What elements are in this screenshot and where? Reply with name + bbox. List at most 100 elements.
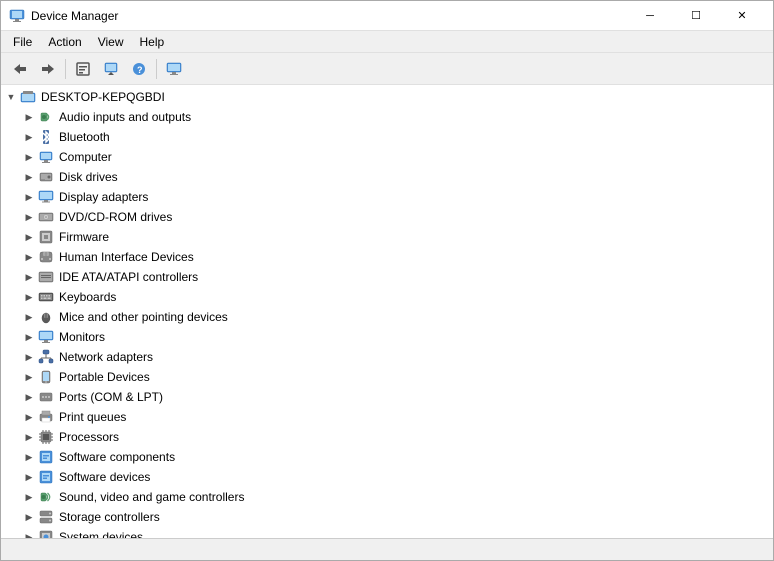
- title-bar: Device Manager ─ ☐ ✕: [1, 1, 773, 31]
- tree-item-sysdev[interactable]: System devices: [1, 527, 773, 538]
- firmware-icon: [37, 228, 55, 246]
- storage-label: Storage controllers: [59, 510, 160, 524]
- update-driver-button[interactable]: [98, 57, 124, 81]
- sound-icon: [37, 488, 55, 506]
- tree-item-ide[interactable]: IDE ATA/ATAPI controllers: [1, 267, 773, 287]
- close-button[interactable]: ✕: [719, 1, 765, 31]
- ide-label: IDE ATA/ATAPI controllers: [59, 270, 198, 284]
- monitors-chevron: [21, 329, 37, 345]
- sound-label: Sound, video and game controllers: [59, 490, 244, 504]
- sound-chevron: [21, 489, 37, 505]
- menu-bar: File Action View Help: [1, 31, 773, 53]
- tree-item-disk[interactable]: Disk drives: [1, 167, 773, 187]
- help-icon: ?: [131, 61, 147, 77]
- dvd-chevron: [21, 209, 37, 225]
- root-label: DESKTOP-KEPQGBDI: [41, 90, 165, 104]
- root-chevron: [3, 89, 19, 105]
- network-chevron: [21, 349, 37, 365]
- back-button[interactable]: [7, 57, 33, 81]
- mice-label: Mice and other pointing devices: [59, 310, 228, 324]
- monitors-label: Monitors: [59, 330, 105, 344]
- computer-icon: [37, 148, 55, 166]
- forward-button[interactable]: [35, 57, 61, 81]
- menu-view[interactable]: View: [90, 33, 132, 51]
- tree-item-display[interactable]: Display adapters: [1, 187, 773, 207]
- portable-icon: [37, 368, 55, 386]
- tree-item-bluetooth[interactable]: Bluetooth: [1, 127, 773, 147]
- display-icon: [37, 188, 55, 206]
- tree-item-hid[interactable]: Human Interface Devices: [1, 247, 773, 267]
- print-label: Print queues: [59, 410, 126, 424]
- mouse-icon: [37, 308, 55, 326]
- audio-chevron: [21, 109, 37, 125]
- monitor-icon: [166, 61, 182, 77]
- tree-item-swcomp[interactable]: Software components: [1, 447, 773, 467]
- dvd-icon: [37, 208, 55, 226]
- monitor-button[interactable]: [161, 57, 187, 81]
- tree-item-audio[interactable]: Audio inputs and outputs: [1, 107, 773, 127]
- menu-help[interactable]: Help: [132, 33, 173, 51]
- tree-item-firmware[interactable]: Firmware: [1, 227, 773, 247]
- ide-icon: [37, 268, 55, 286]
- hid-icon: [37, 248, 55, 266]
- keyboards-chevron: [21, 289, 37, 305]
- tree-item-sound[interactable]: Sound, video and game controllers: [1, 487, 773, 507]
- mice-chevron: [21, 309, 37, 325]
- tree-item-keyboards[interactable]: Keyboards: [1, 287, 773, 307]
- title-bar-left: Device Manager: [9, 8, 118, 24]
- help-button[interactable]: ?: [126, 57, 152, 81]
- toolbar: ?: [1, 53, 773, 85]
- tree-item-print[interactable]: Print queues: [1, 407, 773, 427]
- root-icon: [19, 88, 37, 106]
- tree-item-computer[interactable]: Computer: [1, 147, 773, 167]
- window-title: Device Manager: [31, 9, 118, 23]
- computer-chevron: [21, 149, 37, 165]
- hid-chevron: [21, 249, 37, 265]
- disk-label: Disk drives: [59, 170, 118, 184]
- update-icon: [103, 61, 119, 77]
- storage-icon: [37, 508, 55, 526]
- title-bar-controls: ─ ☐ ✕: [627, 1, 765, 31]
- tree-item-monitors[interactable]: Monitors: [1, 327, 773, 347]
- sysdev-chevron: [21, 529, 37, 538]
- properties-button[interactable]: [70, 57, 96, 81]
- print-icon: [37, 408, 55, 426]
- tree-area[interactable]: DESKTOP-KEPQGBDI Audio inputs and output…: [1, 85, 773, 538]
- swcomp-label: Software components: [59, 450, 175, 464]
- ports-label: Ports (COM & LPT): [59, 390, 163, 404]
- properties-icon: [75, 61, 91, 77]
- display-chevron: [21, 189, 37, 205]
- keyboard-icon: [37, 288, 55, 306]
- disk-icon: [37, 168, 55, 186]
- tree-item-mice[interactable]: Mice and other pointing devices: [1, 307, 773, 327]
- device-manager-window: Device Manager ─ ☐ ✕ File Action View He…: [0, 0, 774, 561]
- display-label: Display adapters: [59, 190, 148, 204]
- tree-item-processors[interactable]: Processors: [1, 427, 773, 447]
- tree-item-network[interactable]: Network adapters: [1, 347, 773, 367]
- forward-icon: [40, 61, 56, 77]
- ide-chevron: [21, 269, 37, 285]
- tree-item-ports[interactable]: Ports (COM & LPT): [1, 387, 773, 407]
- tree-item-swdev[interactable]: Software devices: [1, 467, 773, 487]
- tree-item-portable[interactable]: Portable Devices: [1, 367, 773, 387]
- swdev-icon: [37, 468, 55, 486]
- swdev-chevron: [21, 469, 37, 485]
- minimize-button[interactable]: ─: [627, 1, 673, 31]
- tree-item-dvd[interactable]: DVD/CD-ROM drives: [1, 207, 773, 227]
- network-icon: [37, 348, 55, 366]
- hid-label: Human Interface Devices: [59, 250, 194, 264]
- processors-chevron: [21, 429, 37, 445]
- bluetooth-icon: [37, 128, 55, 146]
- dvd-label: DVD/CD-ROM drives: [59, 210, 172, 224]
- menu-file[interactable]: File: [5, 33, 40, 51]
- sysdev-label: System devices: [59, 530, 143, 538]
- app-icon: [9, 8, 25, 24]
- tree-item-storage[interactable]: Storage controllers: [1, 507, 773, 527]
- portable-label: Portable Devices: [59, 370, 150, 384]
- swcomp-chevron: [21, 449, 37, 465]
- maximize-button[interactable]: ☐: [673, 1, 719, 31]
- ports-chevron: [21, 389, 37, 405]
- storage-chevron: [21, 509, 37, 525]
- tree-root[interactable]: DESKTOP-KEPQGBDI: [1, 87, 773, 107]
- menu-action[interactable]: Action: [40, 33, 89, 51]
